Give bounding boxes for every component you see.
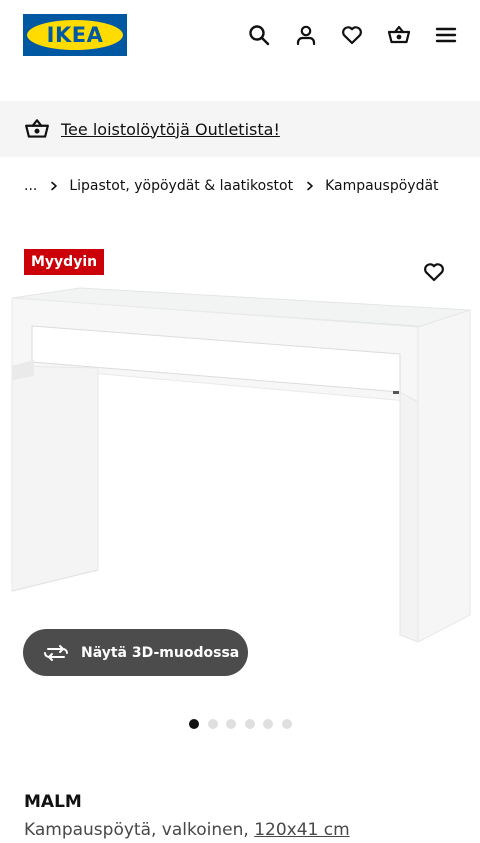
account-icon[interactable] [293, 22, 319, 48]
heart-icon[interactable] [339, 22, 365, 48]
breadcrumb: ... Lipastot, yöpöydät & laatikostot Kam… [24, 176, 439, 196]
carousel-dot-1[interactable] [189, 719, 199, 729]
header: IKEA [0, 0, 480, 100]
product-description-text: Kampauspöytä, valkoinen, [24, 820, 255, 840]
logo-text: IKEA [46, 23, 104, 47]
menu-icon[interactable] [433, 22, 459, 48]
chevron-right-icon [49, 181, 59, 191]
product-dimensions-link[interactable]: 120x41 cm [254, 820, 349, 840]
breadcrumb-dressers[interactable]: Lipastot, yöpöydät & laatikostot [69, 178, 293, 194]
outlet-basket-icon [25, 119, 49, 138]
search-icon[interactable] [246, 22, 272, 48]
logo-oval: IKEA [27, 20, 123, 50]
rotate-3d-icon [44, 644, 68, 661]
basket-icon[interactable] [386, 22, 412, 48]
carousel-dots [189, 719, 300, 729]
product-image[interactable] [0, 280, 480, 650]
product-name: MALM [24, 792, 82, 812]
view-in-3d-button[interactable]: Näytä 3D-muodossa [23, 629, 248, 676]
carousel-dot-2[interactable] [207, 719, 218, 729]
carousel-dot-3[interactable] [226, 719, 236, 729]
outlet-banner: Tee loistolöytöjä Outletista! [0, 101, 480, 157]
bestseller-badge: Myydyin [24, 249, 105, 275]
chevron-right-icon [305, 181, 315, 191]
carousel-dot-6[interactable] [281, 719, 292, 729]
carousel-dot-5[interactable] [263, 719, 273, 729]
breadcrumb-dressing-tables[interactable]: Kampauspöydät [325, 178, 438, 194]
carousel-dot-4[interactable] [244, 719, 255, 729]
product-media: Myydyin Näytä 3D-muodossa [0, 230, 480, 700]
product-description: Kampauspöytä, valkoinen, 120x41 cm [24, 820, 350, 840]
ikea-logo[interactable]: IKEA [23, 14, 127, 56]
outlet-link[interactable]: Tee loistolöytöjä Outletista! [61, 120, 280, 139]
breadcrumb-ellipsis[interactable]: ... [24, 178, 37, 194]
view-in-3d-label: Näytä 3D-muodossa [81, 644, 240, 661]
